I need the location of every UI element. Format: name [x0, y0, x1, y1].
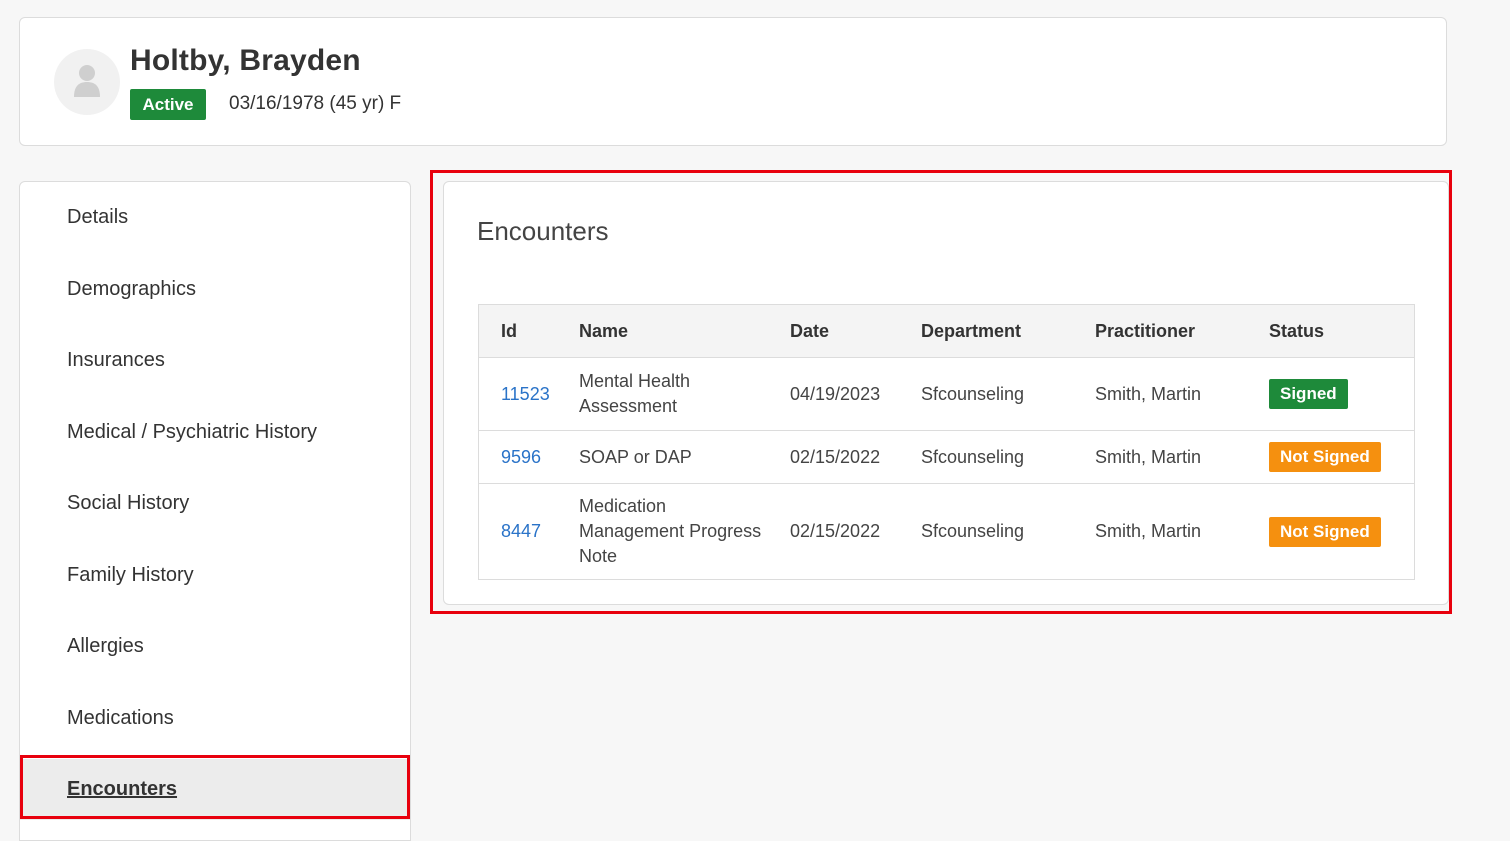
encounter-date: 04/19/2023: [774, 357, 899, 431]
sidebar-item-encounters[interactable]: Encounters: [20, 759, 410, 820]
column-header-practitioner: Practitioner: [1073, 304, 1247, 358]
encounter-id-link[interactable]: 9596: [501, 447, 541, 467]
table-row: 8447 Medication Management Progress Note…: [478, 483, 1415, 580]
encounter-department: Sfcounseling: [899, 357, 1073, 431]
encounter-department: Sfcounseling: [899, 483, 1073, 580]
sidebar-item-demographics[interactable]: Demographics: [20, 259, 410, 319]
encounter-date: 02/15/2022: [774, 483, 899, 580]
avatar: [54, 49, 120, 115]
encounter-date: 02/15/2022: [774, 430, 899, 484]
sidebar-item-insurances[interactable]: Insurances: [20, 330, 410, 390]
sidebar-item-social-history[interactable]: Social History: [20, 473, 410, 533]
encounter-practitioner: Smith, Martin: [1073, 430, 1247, 484]
encounter-department: Sfcounseling: [899, 430, 1073, 484]
sidebar-item-medical-psychiatric-history[interactable]: Medical / Psychiatric History: [20, 402, 410, 462]
column-header-status: Status: [1247, 304, 1415, 358]
status-badge: Not Signed: [1269, 516, 1381, 547]
patient-header-card: Holtby, Brayden Active 03/16/1978 (45 yr…: [19, 17, 1447, 146]
patient-side-nav: Details Demographics Insurances Medical …: [19, 181, 411, 841]
sidebar-item-allergies[interactable]: Allergies: [20, 616, 410, 676]
encounter-name: Medication Management Progress Note: [557, 483, 774, 580]
sidebar-item-details[interactable]: Details: [20, 187, 410, 247]
encounter-name: SOAP or DAP: [557, 430, 774, 484]
encounter-practitioner: Smith, Martin: [1073, 357, 1247, 431]
table-header-row: Id Name Date Department Practitioner Sta…: [478, 304, 1415, 358]
section-title: Encounters: [477, 216, 609, 246]
encounters-panel: Encounters Id Name Date Department Pract…: [443, 181, 1449, 605]
table-row: 11523 Mental Health Assessment 04/19/202…: [478, 357, 1415, 431]
column-header-id: Id: [478, 304, 557, 358]
status-badge: Not Signed: [1269, 442, 1381, 472]
column-header-department: Department: [899, 304, 1073, 358]
sidebar-item-family-history[interactable]: Family History: [20, 545, 410, 605]
sidebar-item-medications[interactable]: Medications: [20, 688, 410, 748]
table-row: 9596 SOAP or DAP 02/15/2022 Sfcounseling…: [478, 430, 1415, 484]
patient-name: Holtby, Brayden: [130, 44, 361, 77]
encounter-name: Mental Health Assessment: [557, 357, 774, 431]
encounter-id-link[interactable]: 8447: [501, 521, 541, 541]
column-header-date: Date: [774, 304, 899, 358]
encounters-table: Id Name Date Department Practitioner Sta…: [478, 304, 1415, 580]
patient-dob: 03/16/1978 (45 yr) F: [229, 93, 402, 114]
user-silhouette-icon: [74, 65, 100, 97]
patient-status-badge: Active: [130, 89, 206, 120]
encounter-id-link[interactable]: 11523: [501, 384, 550, 404]
encounter-practitioner: Smith, Martin: [1073, 483, 1247, 580]
status-badge: Signed: [1269, 379, 1348, 409]
column-header-name: Name: [557, 304, 774, 358]
